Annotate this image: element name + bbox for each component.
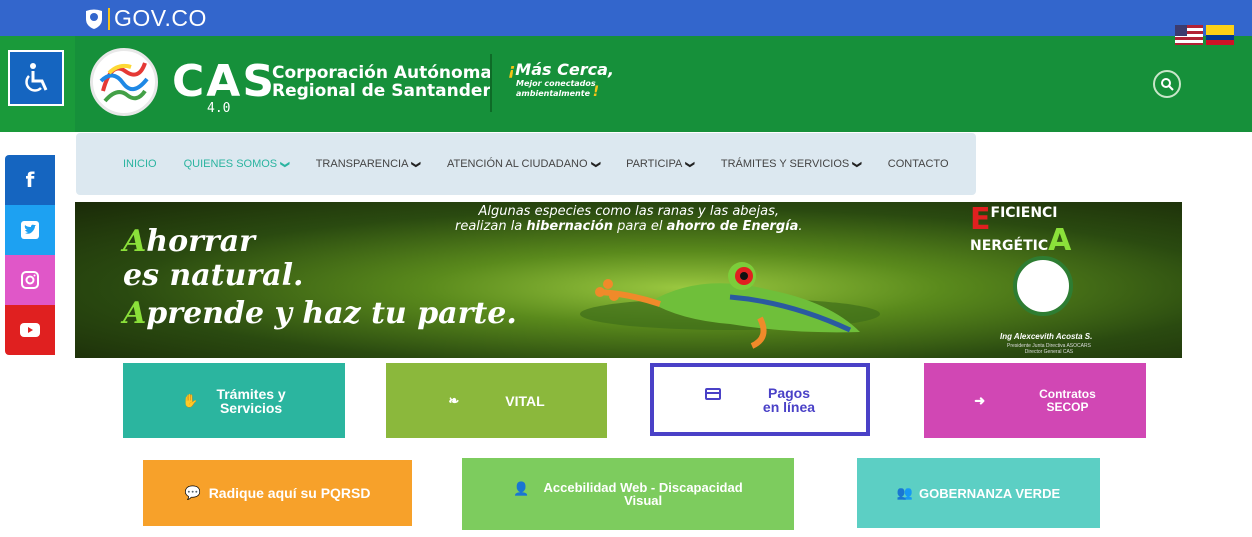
users-icon: 👥 <box>896 485 914 500</box>
facebook-icon[interactable]: f <box>5 155 55 205</box>
nav-item-label: TRÁMITES Y SERVICIOS <box>720 158 850 170</box>
slogan-sub1: Mejor conectados <box>516 79 596 88</box>
english-flag-icon[interactable] <box>1175 25 1203 45</box>
nav-item-atenci-n-al-ciudadano[interactable]: ATENCIÓN AL CIUDADANO ❯ <box>446 158 601 170</box>
social-sidebar: f <box>5 155 55 355</box>
search-button[interactable] <box>1153 70 1181 98</box>
chevron-down-icon: ❯ <box>852 160 863 168</box>
slogan-main: Más Cerca, <box>515 60 614 79</box>
gobernanza-verde-button[interactable]: 👥 GOBERNANZA VERDE <box>857 458 1100 528</box>
nav-item-inicio[interactable]: INICIO <box>123 158 157 170</box>
banner-signer-title: Presidente Junta Directiva ASOCARS Direct… <box>1007 343 1091 355</box>
nav-item-label: INICIO <box>123 158 157 170</box>
banner-top-text: Algunas especies como las ranas y las ab… <box>455 204 803 234</box>
handshake-icon: ✋ <box>182 392 199 408</box>
tramites-servicios-button[interactable]: ✋ Trámites y Servicios <box>123 363 345 438</box>
nav-item-label: QUIENES SOMOS <box>183 158 278 170</box>
contratos-secop-button[interactable]: ➜ Contratos SECOP <box>924 363 1146 438</box>
colombia-shield-icon <box>86 9 102 29</box>
slogan-sub2: ambientalmente ! <box>516 84 600 100</box>
eficiencia-energetica-logo: E FICIENCI NERGÉTICA <box>970 202 1072 258</box>
brand-title: CAS <box>172 56 277 107</box>
user-icon: 👤 <box>513 480 530 496</box>
vital-button[interactable]: ❧ VITAL <box>386 363 607 438</box>
gov-bar: GOV.CO <box>0 0 1252 36</box>
wheelchair-icon <box>25 63 48 92</box>
nav-item-contacto[interactable]: CONTACTO <box>888 158 949 170</box>
banner-headline-3: Aprende y haz tu parte. <box>123 296 517 331</box>
credit-card-icon <box>704 387 721 400</box>
gov-co-link[interactable]: GOV.CO <box>114 5 207 32</box>
cas-seal-icon <box>1013 256 1073 316</box>
nav-item-quienes-somos[interactable]: QUIENES SOMOS ❯ <box>183 158 291 170</box>
brand-version: 4.0 <box>207 101 231 116</box>
youtube-icon[interactable] <box>5 305 55 355</box>
gov-separator <box>108 8 110 30</box>
language-selector <box>1175 25 1235 47</box>
search-icon <box>1161 78 1174 91</box>
nav-item-label: TRANSPARENCIA <box>315 158 409 170</box>
chevron-down-icon: ❯ <box>685 160 696 168</box>
cas-logo-icon <box>99 62 149 103</box>
energy-efficiency-banner[interactable]: Algunas especies como las ranas y las ab… <box>75 202 1182 358</box>
leaf-icon: ❧ <box>448 392 460 408</box>
chevron-down-icon: ❯ <box>411 160 422 168</box>
brand-name-line1: Corporación Autónoma <box>272 63 492 83</box>
chevron-down-icon: ❯ <box>280 160 291 168</box>
nav-item-label: CONTACTO <box>887 158 949 170</box>
pagos-en-linea-button[interactable]: Pagos en línea <box>650 363 870 436</box>
chat-icon: 💬 <box>184 485 201 500</box>
instagram-icon[interactable] <box>5 255 55 305</box>
cas-logo[interactable] <box>90 48 158 116</box>
nav-item-tr-mites-y-servicios[interactable]: TRÁMITES Y SERVICIOS ❯ <box>720 158 863 170</box>
slogan: ¡Más Cerca, Mejor conectados ambientalme… <box>508 60 614 100</box>
brand-name-line2: Regional de Santander <box>272 81 491 101</box>
nav-item-participa[interactable]: PARTICIPA ❯ <box>626 158 696 170</box>
accessibility-button[interactable] <box>8 50 64 106</box>
banner-headline-1: Ahorrar <box>123 224 255 259</box>
main-nav: INICIO QUIENES SOMOS ❯ TRANSPARENCIA ❯ ATENCI… <box>76 133 976 195</box>
header-divider <box>490 54 492 112</box>
nav-item-transparencia[interactable]: TRANSPARENCIA ❯ <box>315 158 422 170</box>
banner-headline-2: es natural. <box>123 258 304 293</box>
frog-illustration <box>580 262 880 349</box>
accesibilidad-web-button[interactable]: 👤 Accebilidad Web - Discapacidad Visual <box>462 458 794 530</box>
sign-in-icon: ➜ <box>974 393 986 408</box>
spanish-flag-icon[interactable] <box>1206 25 1234 45</box>
pqrsd-button[interactable]: 💬 Radique aquí su PQRSD <box>143 460 412 526</box>
twitter-icon[interactable] <box>5 205 55 255</box>
page: GOV.CO CAS 4.0 Corporación Autónoma Regi… <box>0 0 1252 537</box>
nav-item-label: ATENCIÓN AL CIUDADANO <box>446 158 588 170</box>
banner-signer: Ing Alexcevith Acosta S. <box>1000 332 1093 341</box>
nav-item-label: PARTICIPA <box>626 158 683 170</box>
chevron-down-icon: ❯ <box>590 160 601 168</box>
brand-name: Corporación Autónoma Regional de Santand… <box>272 64 492 100</box>
